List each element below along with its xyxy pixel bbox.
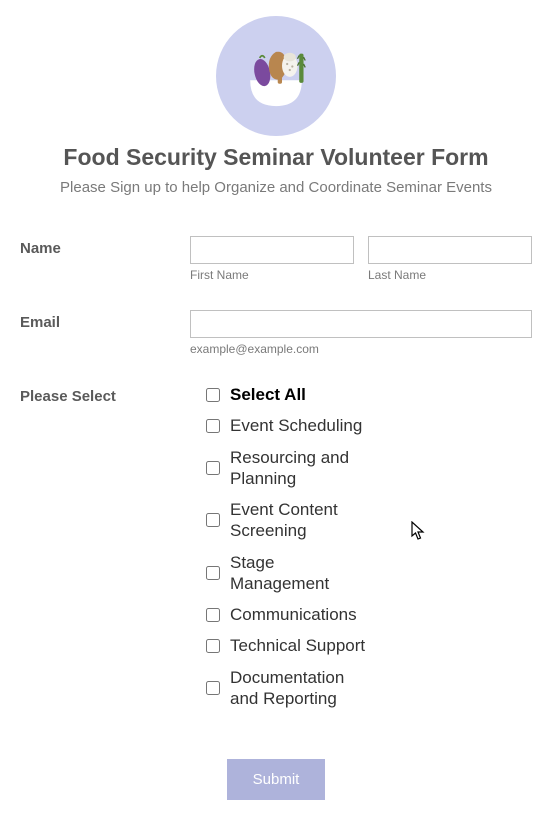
checkbox-label: Communications	[230, 604, 357, 625]
email-input[interactable]	[190, 310, 532, 338]
checkbox-row: Event Content Screening	[206, 499, 532, 542]
checkbox-row: Communications	[206, 604, 532, 625]
checkbox-option-5[interactable]	[206, 608, 220, 622]
select-field-row: Please Select Select All Event Scheduling…	[20, 384, 532, 719]
checkbox-label: Technical Support	[230, 635, 365, 656]
name-field-row: Name First Name Last Name	[20, 236, 532, 282]
checkbox-list: Select All Event Scheduling Resourcing and…	[190, 384, 532, 709]
checkbox-row: Stage Management	[206, 552, 532, 595]
email-field-row: Email example@example.com	[20, 310, 532, 356]
checkbox-option-6[interactable]	[206, 639, 220, 653]
page-subtitle: Please Sign up to help Organize and Coor…	[20, 179, 532, 196]
checkbox-row: Resourcing and Planning	[206, 447, 532, 490]
select-label: Please Select	[20, 384, 190, 405]
checkbox-label: Event Scheduling	[230, 415, 362, 436]
checkbox-label: Stage Management	[230, 552, 370, 595]
submit-button[interactable]: Submit	[227, 759, 326, 800]
first-name-input[interactable]	[190, 236, 354, 264]
checkbox-row: Select All	[206, 384, 532, 405]
checkbox-option-2[interactable]	[206, 461, 220, 475]
logo-container	[20, 16, 532, 136]
first-name-sublabel: First Name	[190, 268, 354, 282]
checkbox-row: Technical Support	[206, 635, 532, 656]
checkbox-option-7[interactable]	[206, 681, 220, 695]
last-name-input[interactable]	[368, 236, 532, 264]
checkbox-row: Documentation and Reporting	[206, 667, 532, 710]
food-bowl-icon	[216, 16, 336, 136]
checkbox-option-1[interactable]	[206, 419, 220, 433]
email-label: Email	[20, 310, 190, 331]
checkbox-option-4[interactable]	[206, 566, 220, 580]
checkbox-option-3[interactable]	[206, 513, 220, 527]
name-label: Name	[20, 236, 190, 257]
checkbox-option-0[interactable]	[206, 388, 220, 402]
page-title: Food Security Seminar Volunteer Form	[20, 144, 532, 171]
checkbox-row: Event Scheduling	[206, 415, 532, 436]
checkbox-label: Event Content Screening	[230, 499, 370, 542]
checkbox-label: Documentation and Reporting	[230, 667, 370, 710]
checkbox-label: Select All	[230, 384, 306, 405]
last-name-sublabel: Last Name	[368, 268, 532, 282]
email-sublabel: example@example.com	[190, 342, 532, 356]
checkbox-label: Resourcing and Planning	[230, 447, 370, 490]
